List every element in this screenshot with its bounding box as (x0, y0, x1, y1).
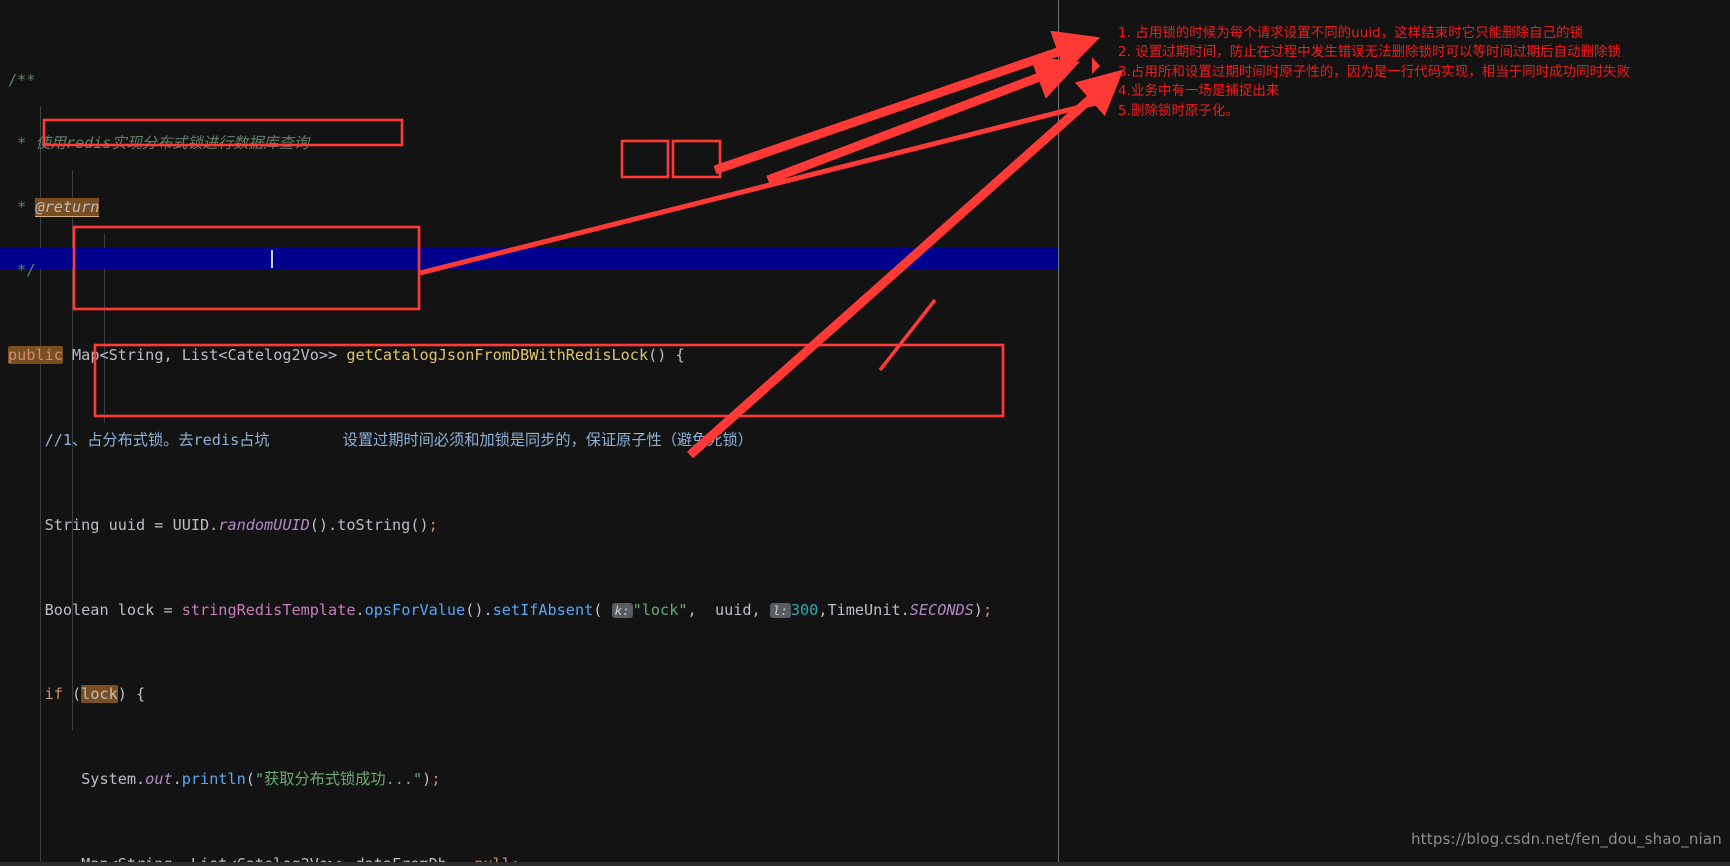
code-lines[interactable]: /** * 使用redis实现分布式锁进行数据库查询 * @return */ … (0, 6, 1058, 866)
code-line-setifabsent: Boolean lock = stringRedisTemplate.opsFo… (44, 600, 993, 619)
code-line: //1、占分布式锁。去redis占坑 设置过期时间必须和加锁是同步的，保证原子性… (44, 430, 753, 449)
annotation-note: 4.业务中有一场是捕捉出来 (1118, 84, 1280, 100)
bottom-bar (0, 862, 1730, 866)
code-line: System.out.println("获取分布式锁成功..."); (81, 770, 441, 789)
annotation-note: 5.删除锁时原子化。 (1118, 103, 1239, 119)
annotation-note: 2. 设置过期时间，防止在过程中发生错误无法删除锁时可以等时间过期后自动删除锁 (1118, 45, 1621, 61)
code-line: */ (8, 261, 36, 280)
code-line: public Map<String, List<Catelog2Vo>> get… (8, 346, 685, 365)
annotation-notes-list: 1. 占用锁的时候为每个请求设置不同的uuid，这样结束时它只能删除自己的锁 2… (1118, 24, 1718, 121)
code-line: * 使用redis实现分布式锁进行数据库查询 (8, 134, 309, 153)
code-line: if (lock) { (44, 685, 146, 704)
annotation-arrowhead-small (1092, 57, 1100, 74)
code-line-uuid-decl: String uuid = UUID.randomUUID().toString… (44, 515, 438, 534)
code-line: /** (8, 70, 36, 89)
pane-divider (1058, 0, 1059, 866)
watermark: https://blog.csdn.net/fen_dou_shao_nian (1410, 830, 1722, 848)
code-editor[interactable]: /** * 使用redis实现分布式锁进行数据库查询 * @return */ … (0, 0, 1058, 866)
annotation-note: 3.占用所和设置过期时间时原子性的，因为是一行代码实现，相当于同时成功同时失败 (1118, 64, 1631, 80)
annotation-note: 1. 占用锁的时候为每个请求设置不同的uuid，这样结束时它只能删除自己的锁 (1118, 26, 1584, 41)
code-line: * @return (8, 197, 100, 217)
text-caret (271, 250, 273, 268)
